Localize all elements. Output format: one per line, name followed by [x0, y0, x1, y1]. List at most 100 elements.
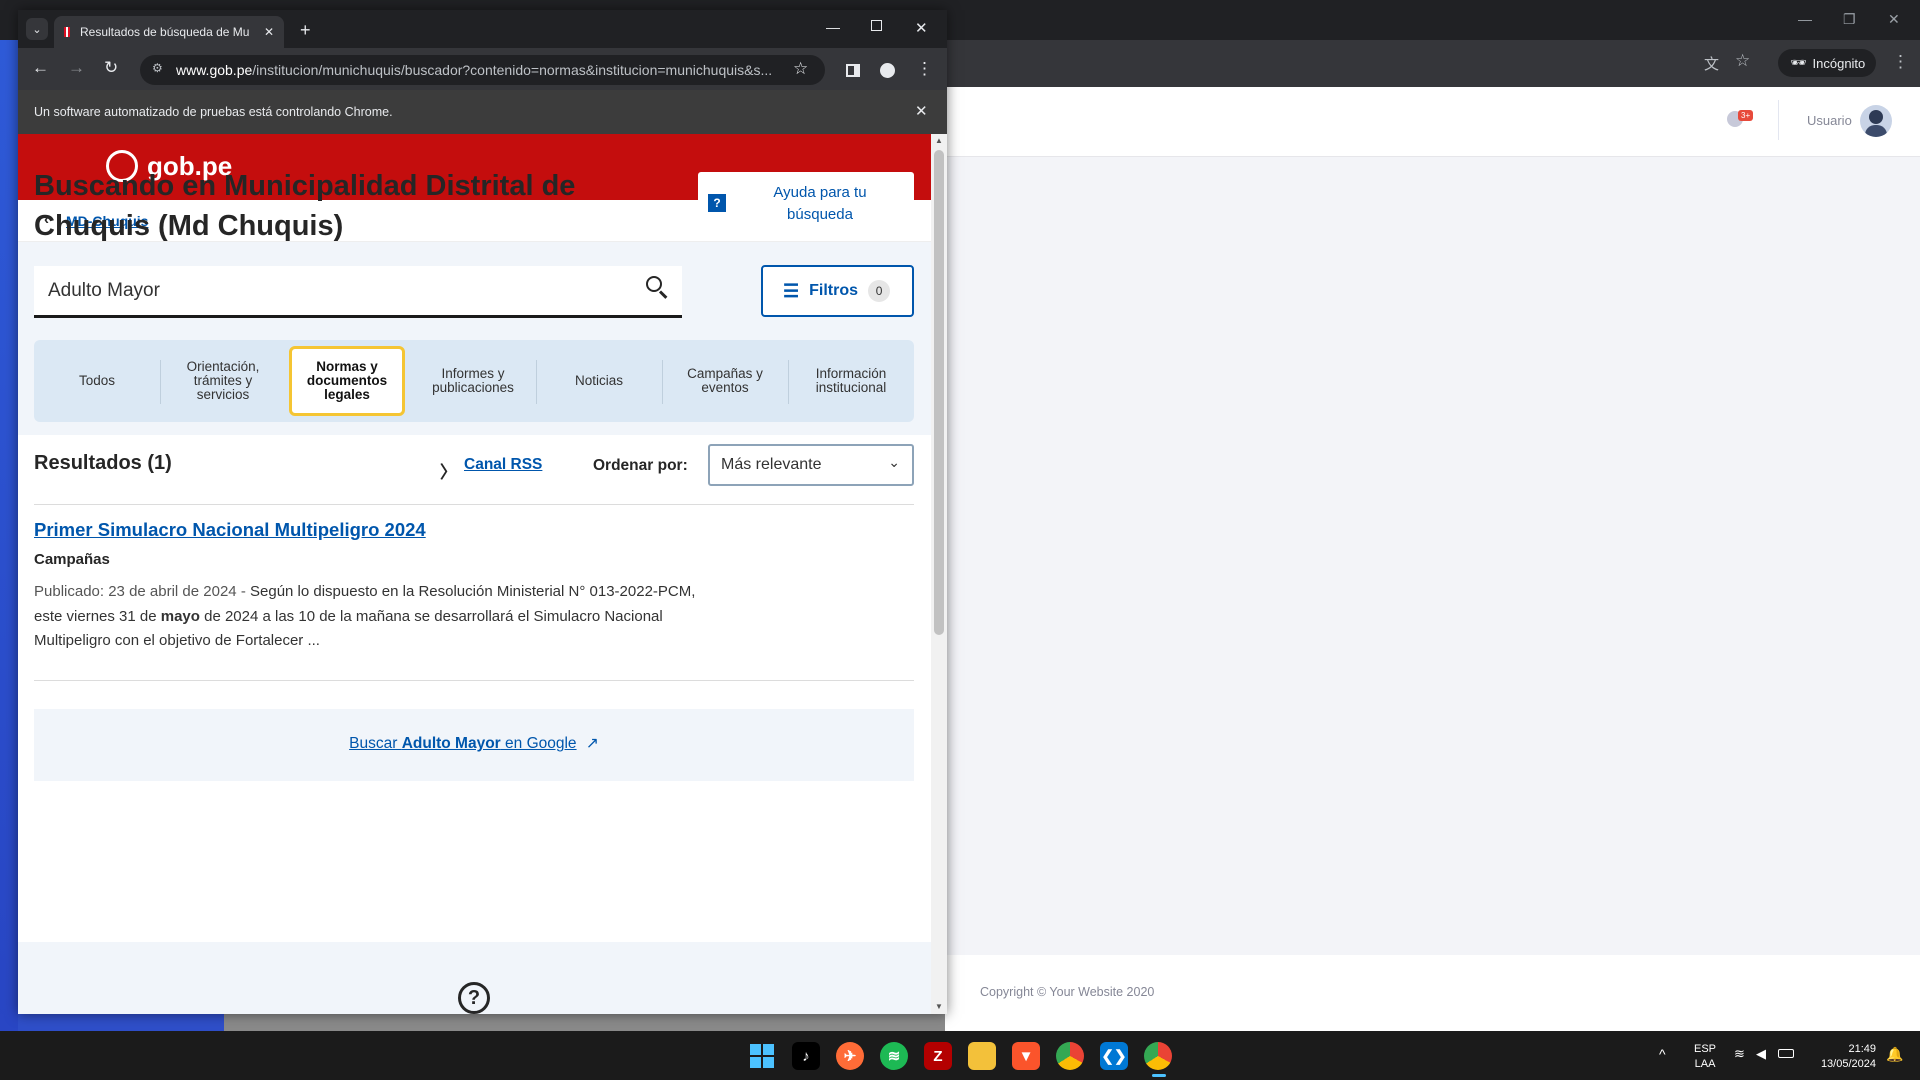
bookmark-icon[interactable]: ☆ — [793, 59, 808, 79]
brave-icon[interactable]: ▼ — [1012, 1042, 1040, 1070]
google-link-suffix: en Google — [500, 735, 577, 752]
google-link-query: Adulto Mayor — [401, 735, 501, 752]
help-button[interactable]: ? Ayuda para tu búsqueda — [698, 172, 914, 236]
tab-label: Normas y documentos legales — [306, 359, 388, 402]
tab-label: Todos — [78, 373, 116, 388]
clock-time: 21:49 — [1848, 1043, 1876, 1055]
notification-bell-icon[interactable]: 🔔 — [1886, 1046, 1903, 1063]
filters-button[interactable]: ☰ Filtros 0 — [761, 265, 914, 317]
tab-label: Campañas y eventos — [687, 366, 763, 395]
incognito-label: Incógnito — [1812, 55, 1866, 71]
active-tab[interactable]: Resultados de búsqueda de Mu ✕ — [54, 16, 284, 48]
divider — [34, 504, 914, 505]
reload-icon[interactable]: ↻ — [104, 58, 118, 78]
lang-layout: LAA — [1694, 1058, 1716, 1070]
bg-restore-icon[interactable]: ❐ — [1843, 11, 1856, 28]
menu-icon[interactable]: ⋮ — [916, 59, 933, 79]
tab-orientacion[interactable]: Orientación, trámites y servicios — [160, 340, 286, 422]
tab-title: Resultados de búsqueda de Mu — [80, 25, 250, 39]
filezilla-icon[interactable]: Z — [924, 1042, 952, 1070]
windows-start-icon[interactable] — [748, 1042, 776, 1070]
background-left-strip — [0, 40, 18, 1031]
tab-search-icon[interactable]: ⌄ — [26, 18, 48, 40]
search-icon[interactable] — [646, 276, 668, 299]
automation-infobar: Un software automatizado de pruebas está… — [18, 90, 947, 134]
rss-icon: 〉 — [440, 463, 457, 482]
external-link-icon: ↗ — [585, 735, 599, 752]
background-page — [945, 87, 1920, 1031]
background-bottom-strip-gray — [224, 1014, 945, 1031]
postman-icon[interactable]: ✈ — [836, 1042, 864, 1070]
battery-icon[interactable] — [1778, 1049, 1794, 1058]
bg-close-icon[interactable]: ✕ — [1888, 11, 1900, 28]
result-snippet: Publicado: 23 de abril de 2024 - Según l… — [34, 583, 696, 649]
spotify-icon[interactable]: ≋ — [880, 1042, 908, 1070]
tab-informes[interactable]: Informes y publicaciones — [410, 340, 536, 422]
page-title: Buscando en Municipalidad Distrital de C… — [34, 170, 576, 242]
google-search-link[interactable]: Buscar Adulto Mayor en Google ↗ — [34, 734, 914, 753]
tab-campanas[interactable]: Campañas y eventos — [662, 340, 788, 422]
scroll-up-icon[interactable]: ▲ — [935, 136, 943, 145]
infobar-text: Un software automatizado de pruebas está… — [34, 105, 393, 119]
results-heading: Resultados (1) — [34, 452, 172, 474]
new-tab-icon[interactable]: + — [300, 20, 311, 41]
bg-minimize-icon[interactable]: — — [1798, 11, 1812, 27]
scrollbar-thumb[interactable] — [934, 150, 944, 635]
site-info-icon[interactable]: ⚙ — [152, 61, 163, 75]
user-label[interactable]: Usuario — [1807, 113, 1852, 128]
tab-informacion[interactable]: Información institucional — [788, 340, 914, 422]
avatar[interactable] — [1860, 105, 1892, 137]
clock[interactable]: 21:49 13/05/2024 — [1808, 1042, 1876, 1072]
clock-date: 13/05/2024 — [1820, 1058, 1876, 1070]
filters-count-badge: 0 — [868, 280, 891, 302]
filters-label: Filtros — [809, 282, 859, 299]
address-bar[interactable]: ⚙ www.gob.pe/institucion/munichuquis/bus… — [140, 55, 825, 85]
tab-todos[interactable]: Todos — [34, 340, 160, 422]
file-explorer-icon[interactable] — [968, 1042, 996, 1070]
help-circle-icon[interactable]: ? — [458, 982, 490, 1014]
tab-close-icon[interactable]: ✕ — [264, 25, 274, 39]
tab-label: Información institucional — [815, 366, 887, 395]
language-indicator[interactable]: ESP LAA — [1694, 1042, 1716, 1072]
volume-icon[interactable]: ◀ — [1756, 1046, 1766, 1062]
background-bottom-strip — [18, 1014, 224, 1031]
sort-value: Más relevante — [721, 456, 822, 473]
chevron-down-icon: ⌄ — [888, 454, 900, 470]
background-header — [945, 87, 1920, 157]
tiktok-icon[interactable]: ♪ — [792, 1042, 820, 1070]
chrome-window: ⌄ Resultados de búsqueda de Mu ✕ + — ✕ ←… — [18, 10, 947, 1014]
sort-select[interactable]: Más relevante ⌄ — [708, 444, 914, 486]
tab-normas[interactable]: Normas y documentos legales — [289, 346, 405, 416]
result-snippet-highlight: mayo — [160, 607, 200, 625]
forward-icon[interactable]: → — [68, 58, 85, 78]
chrome-icon[interactable] — [1056, 1042, 1084, 1070]
rss-link[interactable]: Canal RSS — [464, 456, 542, 474]
tab-label: Orientación, trámites y servicios — [186, 359, 260, 402]
minimize-icon[interactable]: — — [826, 19, 840, 35]
scroll-down-icon[interactable]: ▼ — [935, 1002, 943, 1011]
back-icon[interactable]: ← — [32, 58, 49, 78]
help-button-label: Ayuda para tu búsqueda — [773, 184, 867, 223]
filter-lines-icon: ☰ — [783, 280, 800, 301]
active-app-indicator — [1152, 1074, 1166, 1077]
tab-noticias[interactable]: Noticias — [536, 340, 662, 422]
wifi-icon[interactable]: ≋ — [1734, 1046, 1745, 1062]
bookmark-star-icon[interactable]: ☆ — [1735, 51, 1750, 71]
profile-icon[interactable] — [880, 63, 895, 78]
chrome-active-icon[interactable] — [1144, 1042, 1172, 1070]
incognito-badge[interactable]: 🕶 Incógnito — [1778, 49, 1876, 77]
close-window-icon[interactable]: ✕ — [915, 19, 928, 37]
tray-chevron-up-icon[interactable]: ^ — [1659, 1046, 1666, 1062]
footer-copyright: Copyright © Your Website 2020 — [980, 985, 1155, 999]
result-title-link[interactable]: Primer Simulacro Nacional Multipeligro 2… — [34, 519, 426, 541]
side-panel-icon[interactable] — [846, 64, 860, 77]
vscode-icon[interactable]: ❮❯ — [1100, 1042, 1128, 1070]
infobar-close-icon[interactable]: ✕ — [915, 102, 928, 120]
translate-icon[interactable]: 文 — [1704, 53, 1719, 74]
sort-label: Ordenar por: — [593, 457, 688, 474]
google-search-box: Buscar Adulto Mayor en Google ↗ — [34, 709, 914, 781]
search-input[interactable]: Adulto Mayor — [34, 266, 682, 318]
incognito-icon: 🕶 — [1790, 55, 1807, 70]
maximize-icon[interactable] — [871, 20, 882, 31]
bg-menu-icon[interactable]: ⋮ — [1892, 52, 1909, 72]
